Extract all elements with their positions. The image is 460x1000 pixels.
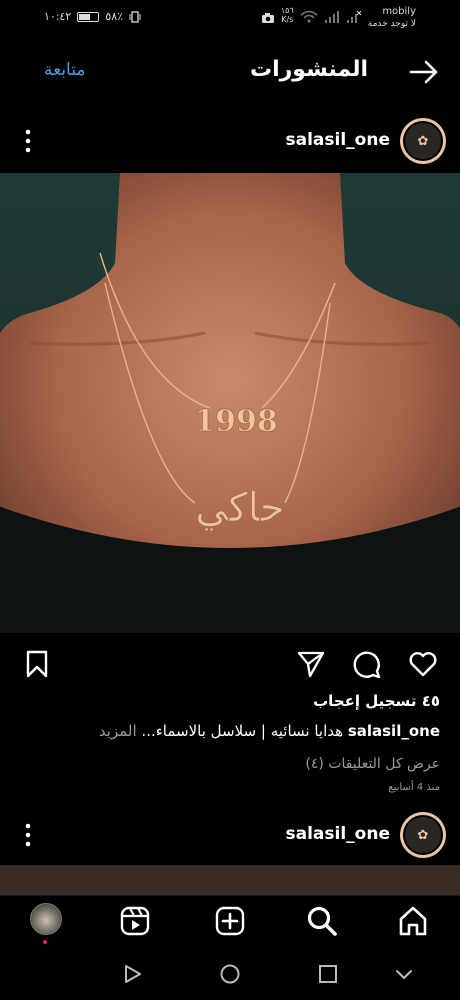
next-post-image[interactable] [0, 865, 460, 895]
chevron-down-icon[interactable] [393, 963, 415, 985]
avatar[interactable]: ✿ [400, 812, 446, 858]
more-options-icon[interactable] [20, 822, 36, 848]
back-triangle-icon[interactable] [121, 963, 143, 985]
system-nav [0, 945, 460, 1000]
view-comments-link[interactable]: عرض كل التعليقات (٤) [305, 756, 440, 772]
camera-icon [261, 13, 274, 23]
reels-icon[interactable] [118, 904, 152, 938]
more-link[interactable]: المزيد [99, 722, 137, 740]
status-right: ١٥٦ K/s mobily لا توجد خدمة [261, 6, 416, 30]
new-post-icon[interactable] [213, 904, 247, 938]
vibrate-icon [129, 10, 141, 23]
recents-square-icon[interactable] [317, 963, 339, 985]
next-post-username[interactable]: salasil_one [286, 824, 390, 844]
post-header: salasil_one ✿ [0, 116, 460, 168]
post-timestamp: منذ 4 أسابيع [388, 782, 440, 793]
caption-username[interactable]: salasil_one [348, 722, 440, 740]
avatar[interactable]: ✿ [400, 118, 446, 164]
network-speed: ١٥٦ K/s [280, 6, 294, 24]
signal-icon-2 [346, 10, 362, 23]
bookmark-icon[interactable] [22, 649, 52, 679]
avatar-logo-icon: ✿ [403, 121, 443, 161]
necklace-photo: 1998 حاكي [0, 173, 460, 633]
pendant-year: 1998 [194, 404, 278, 439]
post-image[interactable]: 1998 حاكي [0, 173, 460, 633]
battery-icon [77, 11, 100, 22]
follow-button[interactable]: متابعة [44, 60, 85, 80]
clock: ١٠:٤٢ [44, 10, 72, 23]
comment-icon[interactable] [352, 649, 382, 679]
home-circle-icon[interactable] [219, 963, 241, 985]
battery-level: ٥٨٪ [105, 10, 124, 23]
like-count[interactable]: ٤٥ تسجيل إعجاب [313, 692, 440, 710]
notification-dot [43, 940, 47, 944]
more-options-icon[interactable] [20, 128, 36, 154]
post-caption: salasil_one هدايا نسائيه | سلاسل بالاسما… [99, 722, 440, 740]
next-post-header: salasil_one ✿ [0, 810, 460, 862]
home-icon[interactable] [396, 904, 430, 938]
arrow-right-icon[interactable] [408, 56, 440, 88]
post-actions [0, 645, 460, 685]
status-bar: ١٠:٤٢ ٥٨٪ ١٥٦ K/s mobily لا توجد خدمة [0, 0, 460, 40]
top-bar: متابعة المنشورات [0, 52, 460, 92]
caption-text: هدايا نسائيه | سلاسل بالاسماء... [141, 722, 344, 740]
signal-icon [324, 11, 339, 23]
search-icon[interactable] [305, 904, 339, 938]
pendant-name: حاكي [195, 485, 284, 531]
like-heart-icon[interactable] [408, 649, 438, 679]
bottom-nav [0, 895, 460, 945]
post-username[interactable]: salasil_one [286, 130, 390, 150]
carrier-info: mobily لا توجد خدمة [367, 6, 416, 29]
profile-avatar[interactable] [30, 903, 62, 935]
share-icon[interactable] [296, 649, 326, 679]
page-title: المنشورات [249, 57, 368, 82]
wifi-icon [300, 10, 318, 23]
avatar-logo-icon: ✿ [403, 815, 443, 855]
status-left: ١٠:٤٢ ٥٨٪ [44, 10, 141, 23]
